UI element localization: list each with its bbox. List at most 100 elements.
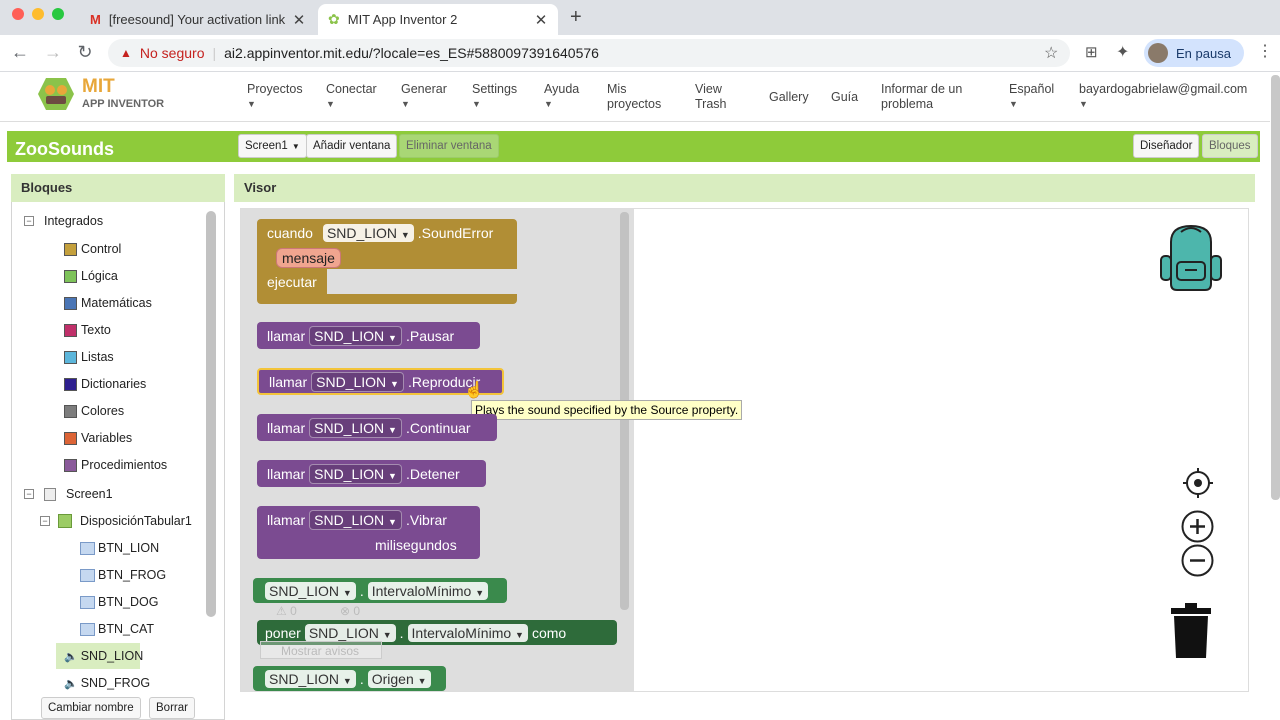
getter-block-intervalo[interactable]: SND_LION ▼ . IntervaloMínimo ▼ bbox=[253, 578, 507, 603]
delete-button[interactable]: Borrar bbox=[149, 697, 195, 719]
block-category-3[interactable]: Texto bbox=[64, 323, 111, 337]
component-dropdown[interactable]: SND_LION ▼ bbox=[309, 463, 402, 484]
close-tab-icon[interactable]: ✕ bbox=[534, 11, 548, 29]
remove-screen-button[interactable]: Eliminar ventana bbox=[399, 134, 499, 158]
call-block-continuar[interactable]: llamar SND_LION ▼ .Continuar bbox=[257, 414, 497, 441]
component-item-2[interactable]: BTN_DOG bbox=[80, 595, 158, 609]
component-dropdown[interactable]: SND_LION ▼ bbox=[311, 371, 404, 392]
button-component-icon bbox=[80, 568, 95, 582]
property-dropdown[interactable]: IntervaloMínimo ▼ bbox=[407, 623, 528, 642]
back-icon[interactable]: ← bbox=[8, 42, 32, 63]
caret-down-icon: ▼ bbox=[472, 99, 481, 109]
trash-icon[interactable] bbox=[1170, 602, 1212, 660]
call-block-pausar[interactable]: llamar SND_LION ▼ .Pausar bbox=[257, 322, 480, 349]
block-category-1[interactable]: Lógica bbox=[64, 269, 118, 283]
event-statement-slot[interactable] bbox=[327, 270, 477, 294]
sound-item-0[interactable]: 🔈 SND_LION bbox=[64, 649, 143, 663]
component-dropdown[interactable]: SND_LION ▼ bbox=[309, 510, 402, 530]
extensions-icon[interactable]: ✦ bbox=[1116, 42, 1129, 62]
getter-block-origen[interactable]: SND_LION ▼ . Origen ▼ bbox=[253, 666, 446, 691]
link-view-trash[interactable]: View Trash bbox=[695, 82, 739, 112]
block-category-2[interactable]: Matemáticas bbox=[64, 296, 152, 310]
component-dropdown[interactable]: SND_LION ▼ bbox=[304, 623, 396, 642]
button-label: Cambiar nombre bbox=[48, 702, 134, 714]
zoom-in-icon[interactable] bbox=[1181, 510, 1214, 543]
designer-button[interactable]: Diseñador bbox=[1133, 134, 1200, 158]
errors-indicator[interactable]: ⊗ 0 bbox=[340, 604, 360, 618]
menu-ayuda[interactable]: Ayuda ▼ bbox=[544, 82, 579, 112]
property-dropdown[interactable]: IntervaloMínimo ▼ bbox=[367, 581, 489, 600]
block-category-0[interactable]: Control bbox=[64, 242, 121, 256]
menu-settings[interactable]: Settings ▼ bbox=[472, 82, 517, 112]
parameter-mensaje[interactable]: mensaje bbox=[276, 248, 341, 268]
menu-conectar[interactable]: Conectar ▼ bbox=[326, 82, 377, 112]
link-gallery[interactable]: Gallery bbox=[769, 90, 809, 105]
link-informar-problema[interactable]: Informar de un problema bbox=[881, 82, 981, 112]
warnings-indicator[interactable]: ⚠ 0 bbox=[276, 604, 297, 618]
component-item-0[interactable]: BTN_LION bbox=[80, 541, 159, 555]
minimize-window-icon[interactable] bbox=[32, 8, 44, 20]
screen-select[interactable]: Screen1 ▼ bbox=[238, 134, 307, 158]
menu-user[interactable]: bayardogabrielaw@gmail.com ▼ bbox=[1079, 82, 1247, 112]
reload-icon[interactable]: ↻ bbox=[73, 42, 97, 63]
caret-down-icon: ▼ bbox=[417, 675, 427, 686]
appinventor-logo-icon[interactable] bbox=[36, 76, 76, 112]
profile-button[interactable]: En pausa bbox=[1144, 39, 1244, 67]
show-warnings-button[interactable]: Mostrar avisos bbox=[260, 641, 382, 659]
tree-node-arrangement[interactable]: − DisposiciónTabular1 bbox=[40, 514, 192, 528]
add-screen-button[interactable]: Añadir ventana bbox=[306, 134, 398, 158]
recenter-icon[interactable] bbox=[1182, 467, 1214, 499]
collapse-icon[interactable]: − bbox=[40, 516, 50, 526]
block-keyword: como bbox=[531, 624, 567, 641]
block-category-7[interactable]: Variables bbox=[64, 431, 132, 445]
component-dropdown[interactable]: SND_LION ▼ bbox=[322, 224, 414, 242]
backpack-icon[interactable] bbox=[1157, 222, 1225, 292]
address-bar[interactable]: ▲ No seguro | ai2.appinventor.mit.edu/?l… bbox=[108, 39, 1070, 67]
block-category-8[interactable]: Procedimientos bbox=[64, 458, 167, 472]
browser-tab-appinventor[interactable]: ✿ MIT App Inventor 2 ✕ bbox=[318, 4, 558, 35]
new-tab-icon[interactable]: + bbox=[570, 6, 582, 29]
menu-proyectos[interactable]: Proyectos ▼ bbox=[247, 82, 303, 112]
block-category-6[interactable]: Colores bbox=[64, 404, 124, 418]
component-dropdown[interactable]: SND_LION ▼ bbox=[265, 581, 356, 600]
tree-label: Integrados bbox=[44, 214, 104, 228]
collapse-icon[interactable]: − bbox=[24, 489, 34, 499]
block-category-5[interactable]: Dictionaries bbox=[64, 377, 146, 391]
component-item-3[interactable]: BTN_CAT bbox=[80, 622, 154, 636]
sound-item-1[interactable]: 🔈 SND_FROG bbox=[64, 676, 150, 690]
speaker-icon: 🔈 bbox=[64, 650, 78, 663]
component-label: BTN_LION bbox=[98, 541, 160, 555]
rename-button[interactable]: Cambiar nombre bbox=[41, 697, 141, 719]
call-block-detener[interactable]: llamar SND_LION ▼ .Detener bbox=[257, 460, 486, 487]
property-dropdown[interactable]: Origen ▼ bbox=[367, 669, 431, 688]
component-dropdown[interactable]: SND_LION ▼ bbox=[309, 417, 402, 438]
component-item-1[interactable]: BTN_FROG bbox=[80, 568, 166, 582]
apps-grid-icon[interactable]: ⊞ bbox=[1085, 43, 1098, 61]
forward-icon[interactable]: → bbox=[41, 42, 65, 63]
tree-node-builtin[interactable]: − Integrados bbox=[24, 214, 103, 228]
browser-menu-icon[interactable]: ⋮ bbox=[1257, 41, 1273, 61]
close-window-icon[interactable] bbox=[12, 8, 24, 20]
close-tab-icon[interactable]: ✕ bbox=[292, 11, 306, 29]
browser-tab-gmail[interactable]: M [freesound] Your activation link ✕ bbox=[80, 4, 316, 35]
link-mis-proyectos[interactable]: Mis proyectos bbox=[607, 82, 667, 112]
category-label: Colores bbox=[81, 404, 125, 418]
zoom-out-icon[interactable] bbox=[1181, 544, 1214, 577]
bookmark-star-icon[interactable]: ☆ bbox=[1044, 43, 1058, 63]
component-dropdown[interactable]: SND_LION ▼ bbox=[265, 669, 356, 688]
menu-generar[interactable]: Generar ▼ bbox=[401, 82, 447, 112]
tree-node-screen1[interactable]: − Screen1 bbox=[24, 487, 113, 501]
dropdown-value: Origen bbox=[371, 670, 414, 687]
collapse-icon[interactable]: − bbox=[24, 216, 34, 226]
menu-language[interactable]: Español ▼ bbox=[1009, 82, 1054, 112]
tree-scrollbar[interactable] bbox=[206, 211, 216, 617]
page-scrollbar[interactable] bbox=[1271, 75, 1280, 500]
maximize-window-icon[interactable] bbox=[52, 8, 64, 20]
component-label: BTN_FROG bbox=[98, 568, 167, 582]
blocks-button[interactable]: Bloques bbox=[1202, 134, 1258, 158]
block-category-4[interactable]: Listas bbox=[64, 350, 114, 364]
caret-down-icon: ▼ bbox=[388, 470, 397, 481]
category-label: Listas bbox=[81, 350, 114, 364]
component-dropdown[interactable]: SND_LION ▼ bbox=[309, 325, 402, 346]
link-guia[interactable]: Guía bbox=[831, 90, 858, 105]
